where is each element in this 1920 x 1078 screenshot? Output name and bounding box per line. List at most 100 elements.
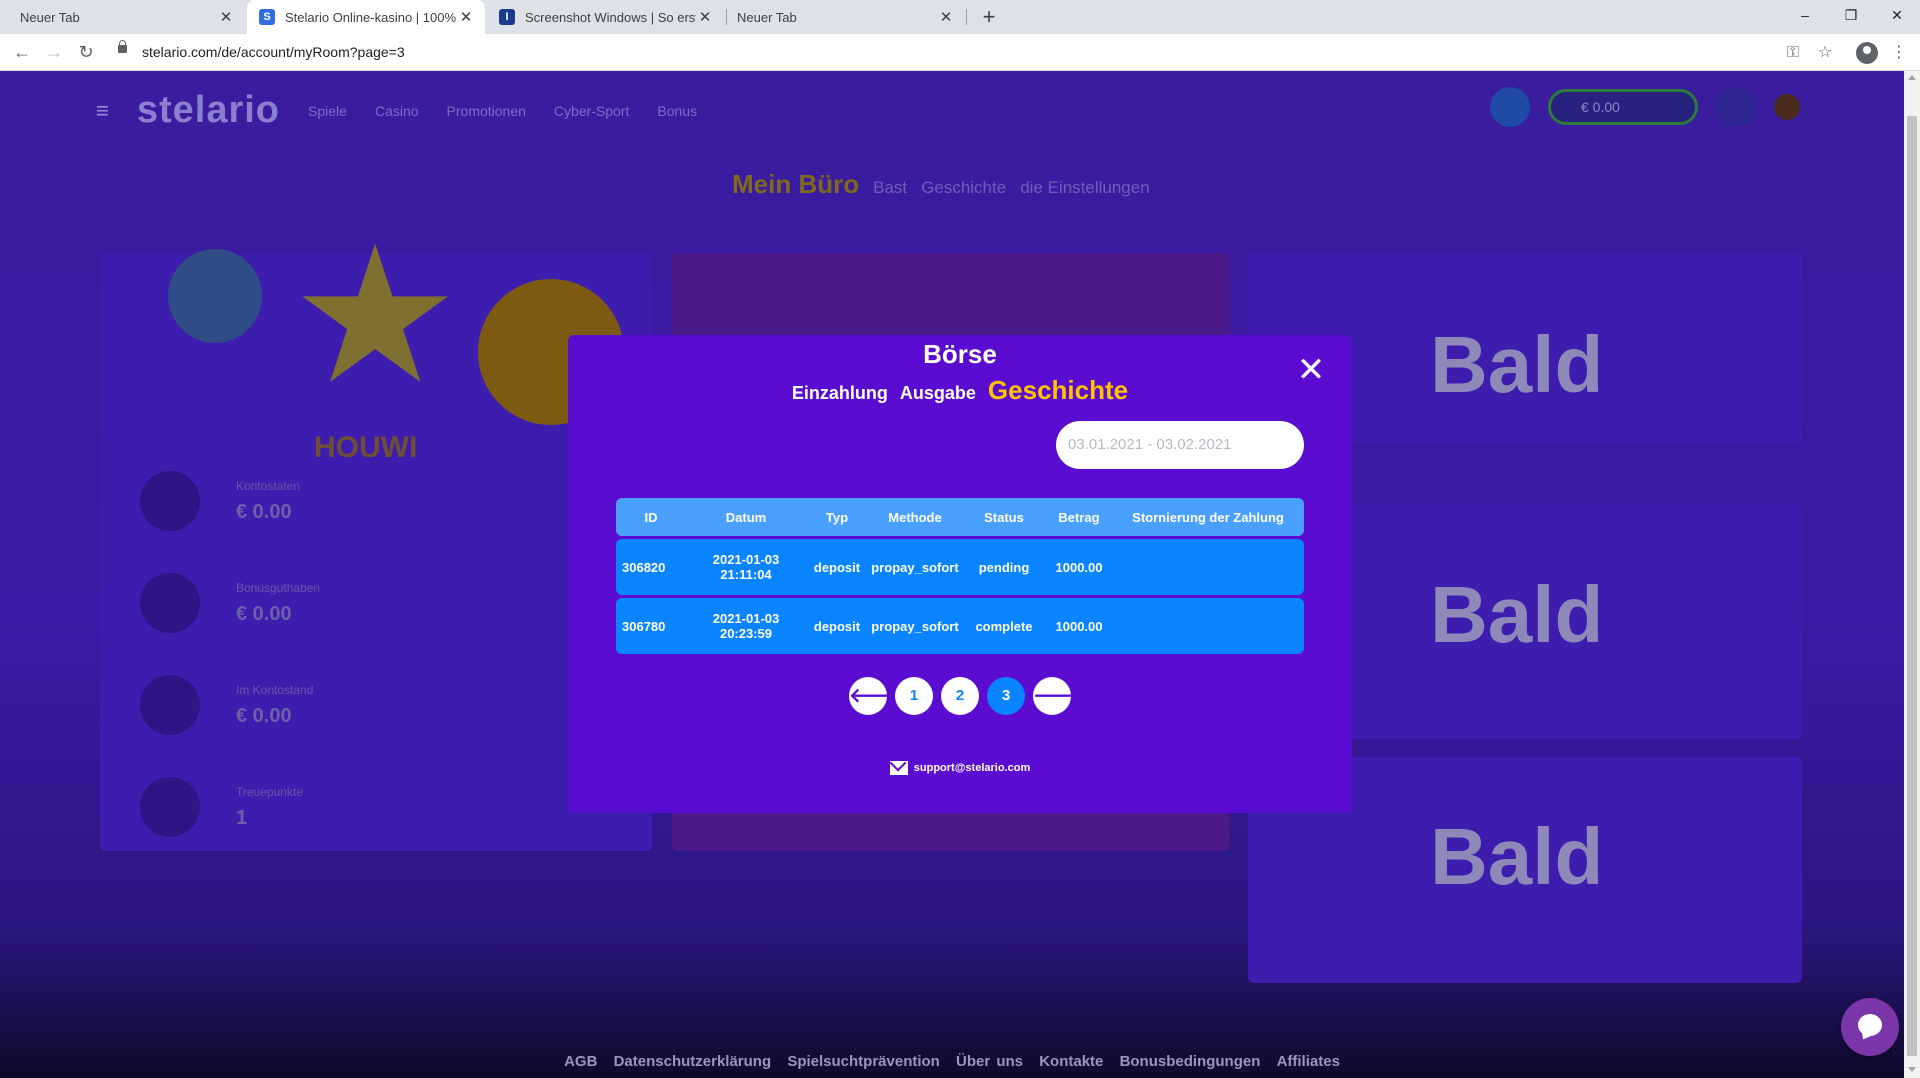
page-button-1[interactable]: 1 <box>895 677 933 715</box>
stat-label: Treuepunkte <box>236 784 303 799</box>
back-arrow-icon[interactable]: ← <box>10 40 34 64</box>
cell-typ: deposit <box>813 618 861 634</box>
coming-soon-text: Bald <box>1430 812 1604 901</box>
browser-tab-strip: Neuer Tab ✕ S Stelario Online-kasino | 1… <box>0 0 1920 34</box>
footer-link-datenschutz[interactable]: Datenschutzerklärung <box>614 1053 772 1070</box>
site-header: ≡ stelario Spiele Casino Promotionen Cyb… <box>96 89 697 132</box>
cell-betrag: 1000.00 <box>1055 618 1103 634</box>
stat-row: Kontostaten € 0.00 <box>140 471 300 531</box>
stat-value: € 0.00 <box>236 704 292 727</box>
address-bar[interactable]: stelario.com/de/account/myRoom?page=3 <box>108 38 1788 66</box>
tab-title: Neuer Tab <box>737 9 797 25</box>
scroll-down-arrow-icon[interactable] <box>1908 1067 1916 1072</box>
footer-link-affiliates[interactable]: Affiliates <box>1277 1053 1340 1070</box>
stat-value: € 0.00 <box>236 602 292 625</box>
reload-icon[interactable]: ↻ <box>74 40 98 64</box>
footer-links: AGB Datenschutzerklärung Spielsuchtpräve… <box>0 1053 1904 1070</box>
tab-close-icon[interactable]: ✕ <box>937 8 955 26</box>
user-icon[interactable] <box>1490 87 1530 127</box>
prev-page-arrow-icon[interactable]: 🡐 <box>849 677 903 715</box>
header-actions: € 0.00 <box>1490 87 1800 127</box>
search-icon[interactable] <box>1716 87 1756 127</box>
url-text: stelario.com/de/account/myRoom?page=3 <box>142 44 405 60</box>
cash-icon <box>140 675 200 735</box>
stat-label: Bonusguthaben <box>236 580 321 595</box>
german-flag-icon[interactable] <box>1774 94 1800 120</box>
page-scrollbar[interactable] <box>1904 71 1920 1078</box>
browser-tab-4[interactable]: Neuer Tab ✕ <box>727 0 965 34</box>
browser-tab-1[interactable]: Neuer Tab ✕ <box>0 0 245 34</box>
footer-link-agb[interactable]: AGB <box>564 1053 597 1070</box>
tab-einzahlung[interactable]: Einzahlung <box>792 383 888 404</box>
cell-methode: propay_sofort <box>871 559 959 575</box>
menu-dots-icon[interactable]: ⋮ <box>1888 42 1910 64</box>
coming-soon-text: Bald <box>1430 320 1604 409</box>
subnav-item[interactable]: Geschichte <box>921 178 1006 198</box>
stat-row: Im Kontostand € 0.00 <box>140 675 313 735</box>
date-range-input[interactable]: 03.01.2021 - 03.02.2021 <box>1056 421 1304 469</box>
lock-icon <box>118 40 127 53</box>
tab-title: Screenshot Windows | So erstelle <box>525 9 696 25</box>
nav-item-bonus[interactable]: Bonus <box>657 103 697 119</box>
cell-date: 2021-01-03 <box>712 552 780 567</box>
cell-time: 21:11:04 <box>720 567 772 582</box>
chat-bubble-icon[interactable] <box>1841 998 1899 1056</box>
nav-item-spiele[interactable]: Spiele <box>308 103 347 119</box>
hamburger-icon[interactable]: ≡ <box>96 98 109 124</box>
subnav-current[interactable]: Mein Büro <box>732 169 859 200</box>
tab-close-icon[interactable]: ✕ <box>457 8 475 26</box>
points-icon <box>140 777 200 837</box>
page-button-2[interactable]: 2 <box>941 677 979 715</box>
profile-avatar-icon[interactable] <box>1856 42 1878 64</box>
nav-item-cybersport[interactable]: Cyber-Sport <box>554 103 629 119</box>
balance-pill[interactable]: € 0.00 <box>1548 89 1698 125</box>
subnav-item[interactable]: die Einstellungen <box>1020 178 1149 198</box>
minimize-button[interactable]: – <box>1782 0 1828 34</box>
browser-tab-2[interactable]: S Stelario Online-kasino | 100% Ne ✕ <box>247 0 485 34</box>
col-header-datum: Datum <box>725 509 767 525</box>
window-close-button[interactable]: ✕ <box>1874 0 1920 34</box>
page-button-3[interactable]: 3 <box>987 677 1025 715</box>
col-header-stornierung: Stornierung der Zahlung <box>1132 509 1284 525</box>
footer-link-spielsucht[interactable]: Spielsuchtprävention <box>787 1053 940 1070</box>
wallet-icon <box>140 471 200 531</box>
planet-image <box>168 249 262 343</box>
support-email[interactable]: support@stelario.com <box>914 762 1030 774</box>
cell-status: complete <box>975 618 1033 634</box>
tab-ausgabe[interactable]: Ausgabe <box>900 383 976 404</box>
account-subnav: Mein Büro Bast Geschichte die Einstellun… <box>732 169 1150 200</box>
site-logo[interactable]: stelario <box>137 89 280 132</box>
support-link[interactable]: support@stelario.com <box>568 761 1352 775</box>
tab-geschichte[interactable]: Geschichte <box>988 375 1128 406</box>
cell-time: 20:23:59 <box>719 626 773 641</box>
forward-arrow-icon[interactable]: → <box>42 40 66 64</box>
footer-link-kontakte[interactable]: Kontakte <box>1039 1053 1103 1070</box>
cell-id: 306820 <box>622 559 666 575</box>
new-tab-button[interactable]: + <box>976 4 1002 30</box>
stat-label: Im Kontostand <box>236 682 314 697</box>
stat-value: 1 <box>236 806 248 829</box>
scroll-up-arrow-icon[interactable] <box>1908 75 1916 80</box>
pagination: 🡐 1 2 3 🡒 <box>568 677 1352 715</box>
nav-item-casino[interactable]: Casino <box>375 103 419 119</box>
tab-close-icon[interactable]: ✕ <box>696 8 714 26</box>
footer-link-bonusbedingungen[interactable]: Bonusbedingungen <box>1120 1053 1261 1070</box>
cell-typ: deposit <box>813 559 861 575</box>
key-icon[interactable]: ⚿ <box>1782 42 1804 64</box>
wallet-modal: Börse ✕ Einzahlung Ausgabe Geschichte 03… <box>568 335 1352 813</box>
modal-title: Börse <box>923 339 997 369</box>
table-header: ID Datum Typ Methode Status Betrag Storn… <box>616 498 1304 536</box>
browser-tab-3[interactable]: I Screenshot Windows | So erstelle ✕ <box>487 0 724 34</box>
bookmark-star-icon[interactable]: ☆ <box>1814 42 1836 64</box>
coming-soon-text: Bald <box>1430 570 1604 659</box>
subnav-item[interactable]: Bast <box>873 178 907 198</box>
nav-item-promotionen[interactable]: Promotionen <box>447 103 526 119</box>
tab-close-icon[interactable]: ✕ <box>217 8 235 26</box>
tab-title: Stelario Online-kasino | 100% Ne <box>285 9 457 25</box>
restore-button[interactable]: ❐ <box>1828 0 1874 34</box>
tab-separator <box>966 9 967 25</box>
scroll-thumb[interactable] <box>1907 116 1917 1056</box>
stat-row: Treuepunkte 1 <box>140 777 303 837</box>
footer-link-ueber-uns[interactable]: Über uns <box>956 1053 1023 1070</box>
next-page-arrow-icon[interactable]: 🡒 <box>1033 677 1087 715</box>
